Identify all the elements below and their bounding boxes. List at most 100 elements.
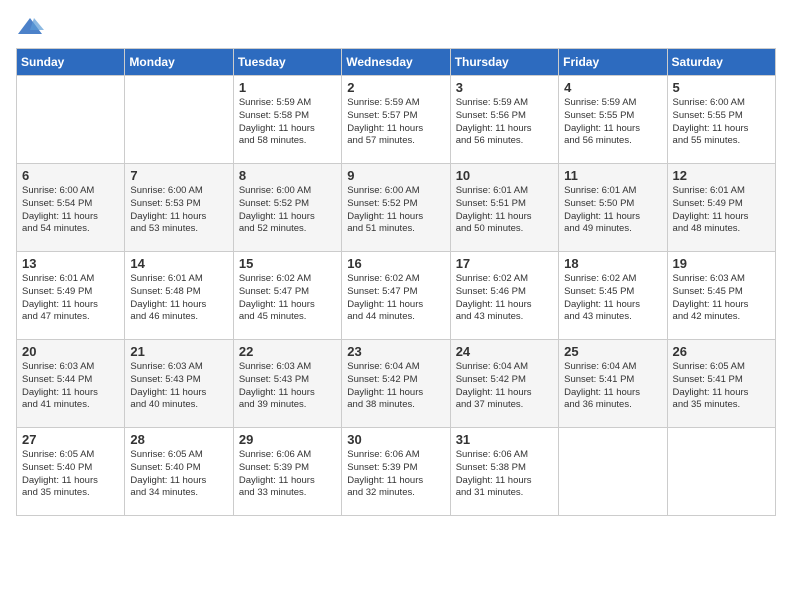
day-number: 23 [347,344,444,359]
calendar-cell: 25 Sunrise: 6:04 AMSunset: 5:41 PMDayligh… [559,340,667,428]
calendar-cell: 7 Sunrise: 6:00 AMSunset: 5:53 PMDaylight… [125,164,233,252]
calendar-cell [559,428,667,516]
calendar-week-2: 6 Sunrise: 6:00 AMSunset: 5:54 PMDaylight… [17,164,776,252]
day-number: 19 [673,256,770,271]
calendar-cell: 18 Sunrise: 6:02 AMSunset: 5:45 PMDayligh… [559,252,667,340]
day-info: Sunrise: 6:01 AMSunset: 5:49 PMDaylight:… [673,185,770,236]
calendar-table: SundayMondayTuesdayWednesdayThursdayFrid… [16,48,776,516]
day-info: Sunrise: 6:06 AMSunset: 5:38 PMDaylight:… [456,449,553,500]
calendar-cell: 4 Sunrise: 5:59 AMSunset: 5:55 PMDaylight… [559,76,667,164]
calendar-cell [125,76,233,164]
calendar-cell: 23 Sunrise: 6:04 AMSunset: 5:42 PMDayligh… [342,340,450,428]
calendar-week-5: 27 Sunrise: 6:05 AMSunset: 5:40 PMDayligh… [17,428,776,516]
day-info: Sunrise: 6:00 AMSunset: 5:55 PMDaylight:… [673,97,770,148]
day-number: 25 [564,344,661,359]
day-info: Sunrise: 6:05 AMSunset: 5:41 PMDaylight:… [673,361,770,412]
calendar-cell: 21Sunrise: 6:03 AMSunset: 5:43 PMDayligh… [125,340,233,428]
logo-icon [16,16,44,38]
day-info: Sunrise: 6:06 AMSunset: 5:39 PMDaylight:… [239,449,336,500]
day-number: 4 [564,80,661,95]
day-info: Sunrise: 6:00 AMSunset: 5:54 PMDaylight:… [22,185,119,236]
day-info: Sunrise: 5:59 AMSunset: 5:56 PMDaylight:… [456,97,553,148]
day-number: 5 [673,80,770,95]
day-number: 17 [456,256,553,271]
day-info: Sunrise: 6:01 AMSunset: 5:50 PMDaylight:… [564,185,661,236]
day-number: 27 [22,432,119,447]
day-info: Sunrise: 6:02 AMSunset: 5:47 PMDaylight:… [239,273,336,324]
calendar-cell: 9Sunrise: 6:00 AMSunset: 5:52 PMDaylight… [342,164,450,252]
day-header-wednesday: Wednesday [342,49,450,76]
day-header-saturday: Saturday [667,49,775,76]
calendar-cell: 20Sunrise: 6:03 AMSunset: 5:44 PMDayligh… [17,340,125,428]
calendar-cell: 2 Sunrise: 5:59 AMSunset: 5:57 PMDaylight… [342,76,450,164]
calendar-cell: 17 Sunrise: 6:02 AMSunset: 5:46 PMDayligh… [450,252,558,340]
calendar-cell: 29 Sunrise: 6:06 AMSunset: 5:39 PMDayligh… [233,428,341,516]
calendar-cell: 1 Sunrise: 5:59 AMSunset: 5:58 PMDaylight… [233,76,341,164]
day-info: Sunrise: 6:02 AMSunset: 5:46 PMDaylight:… [456,273,553,324]
calendar-cell: 28Sunrise: 6:05 AMSunset: 5:40 PMDayligh… [125,428,233,516]
day-info: Sunrise: 6:00 AMSunset: 5:52 PMDaylight:… [239,185,336,236]
day-number: 11 [564,168,661,183]
day-info: Sunrise: 6:05 AMSunset: 5:40 PMDaylight:… [130,449,227,500]
day-info: Sunrise: 6:04 AMSunset: 5:41 PMDaylight:… [564,361,661,412]
calendar-week-3: 13 Sunrise: 6:01 AMSunset: 5:49 PMDayligh… [17,252,776,340]
day-number: 1 [239,80,336,95]
day-number: 20 [22,344,119,359]
day-number: 6 [22,168,119,183]
calendar-cell: 6 Sunrise: 6:00 AMSunset: 5:54 PMDaylight… [17,164,125,252]
day-info: Sunrise: 6:01 AMSunset: 5:48 PMDaylight:… [130,273,227,324]
day-header-tuesday: Tuesday [233,49,341,76]
calendar-cell: 31 Sunrise: 6:06 AMSunset: 5:38 PMDayligh… [450,428,558,516]
calendar-cell [667,428,775,516]
page-header [16,16,776,38]
day-info: Sunrise: 6:02 AMSunset: 5:47 PMDaylight:… [347,273,444,324]
calendar-cell: 14 Sunrise: 6:01 AMSunset: 5:48 PMDayligh… [125,252,233,340]
calendar-cell [17,76,125,164]
day-number: 13 [22,256,119,271]
day-info: Sunrise: 6:01 AMSunset: 5:51 PMDaylight:… [456,185,553,236]
day-number: 31 [456,432,553,447]
calendar-cell: 10Sunrise: 6:01 AMSunset: 5:51 PMDayligh… [450,164,558,252]
logo [16,16,48,38]
day-number: 3 [456,80,553,95]
day-info: Sunrise: 6:03 AMSunset: 5:45 PMDaylight:… [673,273,770,324]
calendar-cell: 27 Sunrise: 6:05 AMSunset: 5:40 PMDayligh… [17,428,125,516]
calendar-cell: 13 Sunrise: 6:01 AMSunset: 5:49 PMDayligh… [17,252,125,340]
calendar-cell: 5 Sunrise: 6:00 AMSunset: 5:55 PMDaylight… [667,76,775,164]
day-header-monday: Monday [125,49,233,76]
day-number: 7 [130,168,227,183]
day-number: 9 [347,168,444,183]
day-info: Sunrise: 5:59 AMSunset: 5:57 PMDaylight:… [347,97,444,148]
day-number: 12 [673,168,770,183]
day-info: Sunrise: 6:06 AMSunset: 5:39 PMDaylight:… [347,449,444,500]
day-number: 29 [239,432,336,447]
calendar-header: SundayMondayTuesdayWednesdayThursdayFrid… [17,49,776,76]
calendar-cell: 11 Sunrise: 6:01 AMSunset: 5:50 PMDayligh… [559,164,667,252]
day-header-thursday: Thursday [450,49,558,76]
day-info: Sunrise: 6:02 AMSunset: 5:45 PMDaylight:… [564,273,661,324]
day-info: Sunrise: 5:59 AMSunset: 5:55 PMDaylight:… [564,97,661,148]
day-number: 2 [347,80,444,95]
calendar-cell: 19 Sunrise: 6:03 AMSunset: 5:45 PMDayligh… [667,252,775,340]
calendar-week-1: 1 Sunrise: 5:59 AMSunset: 5:58 PMDaylight… [17,76,776,164]
calendar-cell: 22Sunrise: 6:03 AMSunset: 5:43 PMDayligh… [233,340,341,428]
day-info: Sunrise: 5:59 AMSunset: 5:58 PMDaylight:… [239,97,336,148]
day-info: Sunrise: 6:00 AMSunset: 5:53 PMDaylight:… [130,185,227,236]
day-number: 16 [347,256,444,271]
day-info: Sunrise: 6:01 AMSunset: 5:49 PMDaylight:… [22,273,119,324]
calendar-week-4: 20Sunrise: 6:03 AMSunset: 5:44 PMDayligh… [17,340,776,428]
day-header-friday: Friday [559,49,667,76]
day-number: 26 [673,344,770,359]
day-number: 14 [130,256,227,271]
day-number: 30 [347,432,444,447]
day-number: 18 [564,256,661,271]
day-info: Sunrise: 6:03 AMSunset: 5:43 PMDaylight:… [130,361,227,412]
day-info: Sunrise: 6:03 AMSunset: 5:43 PMDaylight:… [239,361,336,412]
day-number: 8 [239,168,336,183]
calendar-cell: 24Sunrise: 6:04 AMSunset: 5:42 PMDayligh… [450,340,558,428]
calendar-cell: 12 Sunrise: 6:01 AMSunset: 5:49 PMDayligh… [667,164,775,252]
day-info: Sunrise: 6:04 AMSunset: 5:42 PMDaylight:… [347,361,444,412]
day-info: Sunrise: 6:05 AMSunset: 5:40 PMDaylight:… [22,449,119,500]
day-number: 15 [239,256,336,271]
calendar-cell: 15 Sunrise: 6:02 AMSunset: 5:47 PMDayligh… [233,252,341,340]
